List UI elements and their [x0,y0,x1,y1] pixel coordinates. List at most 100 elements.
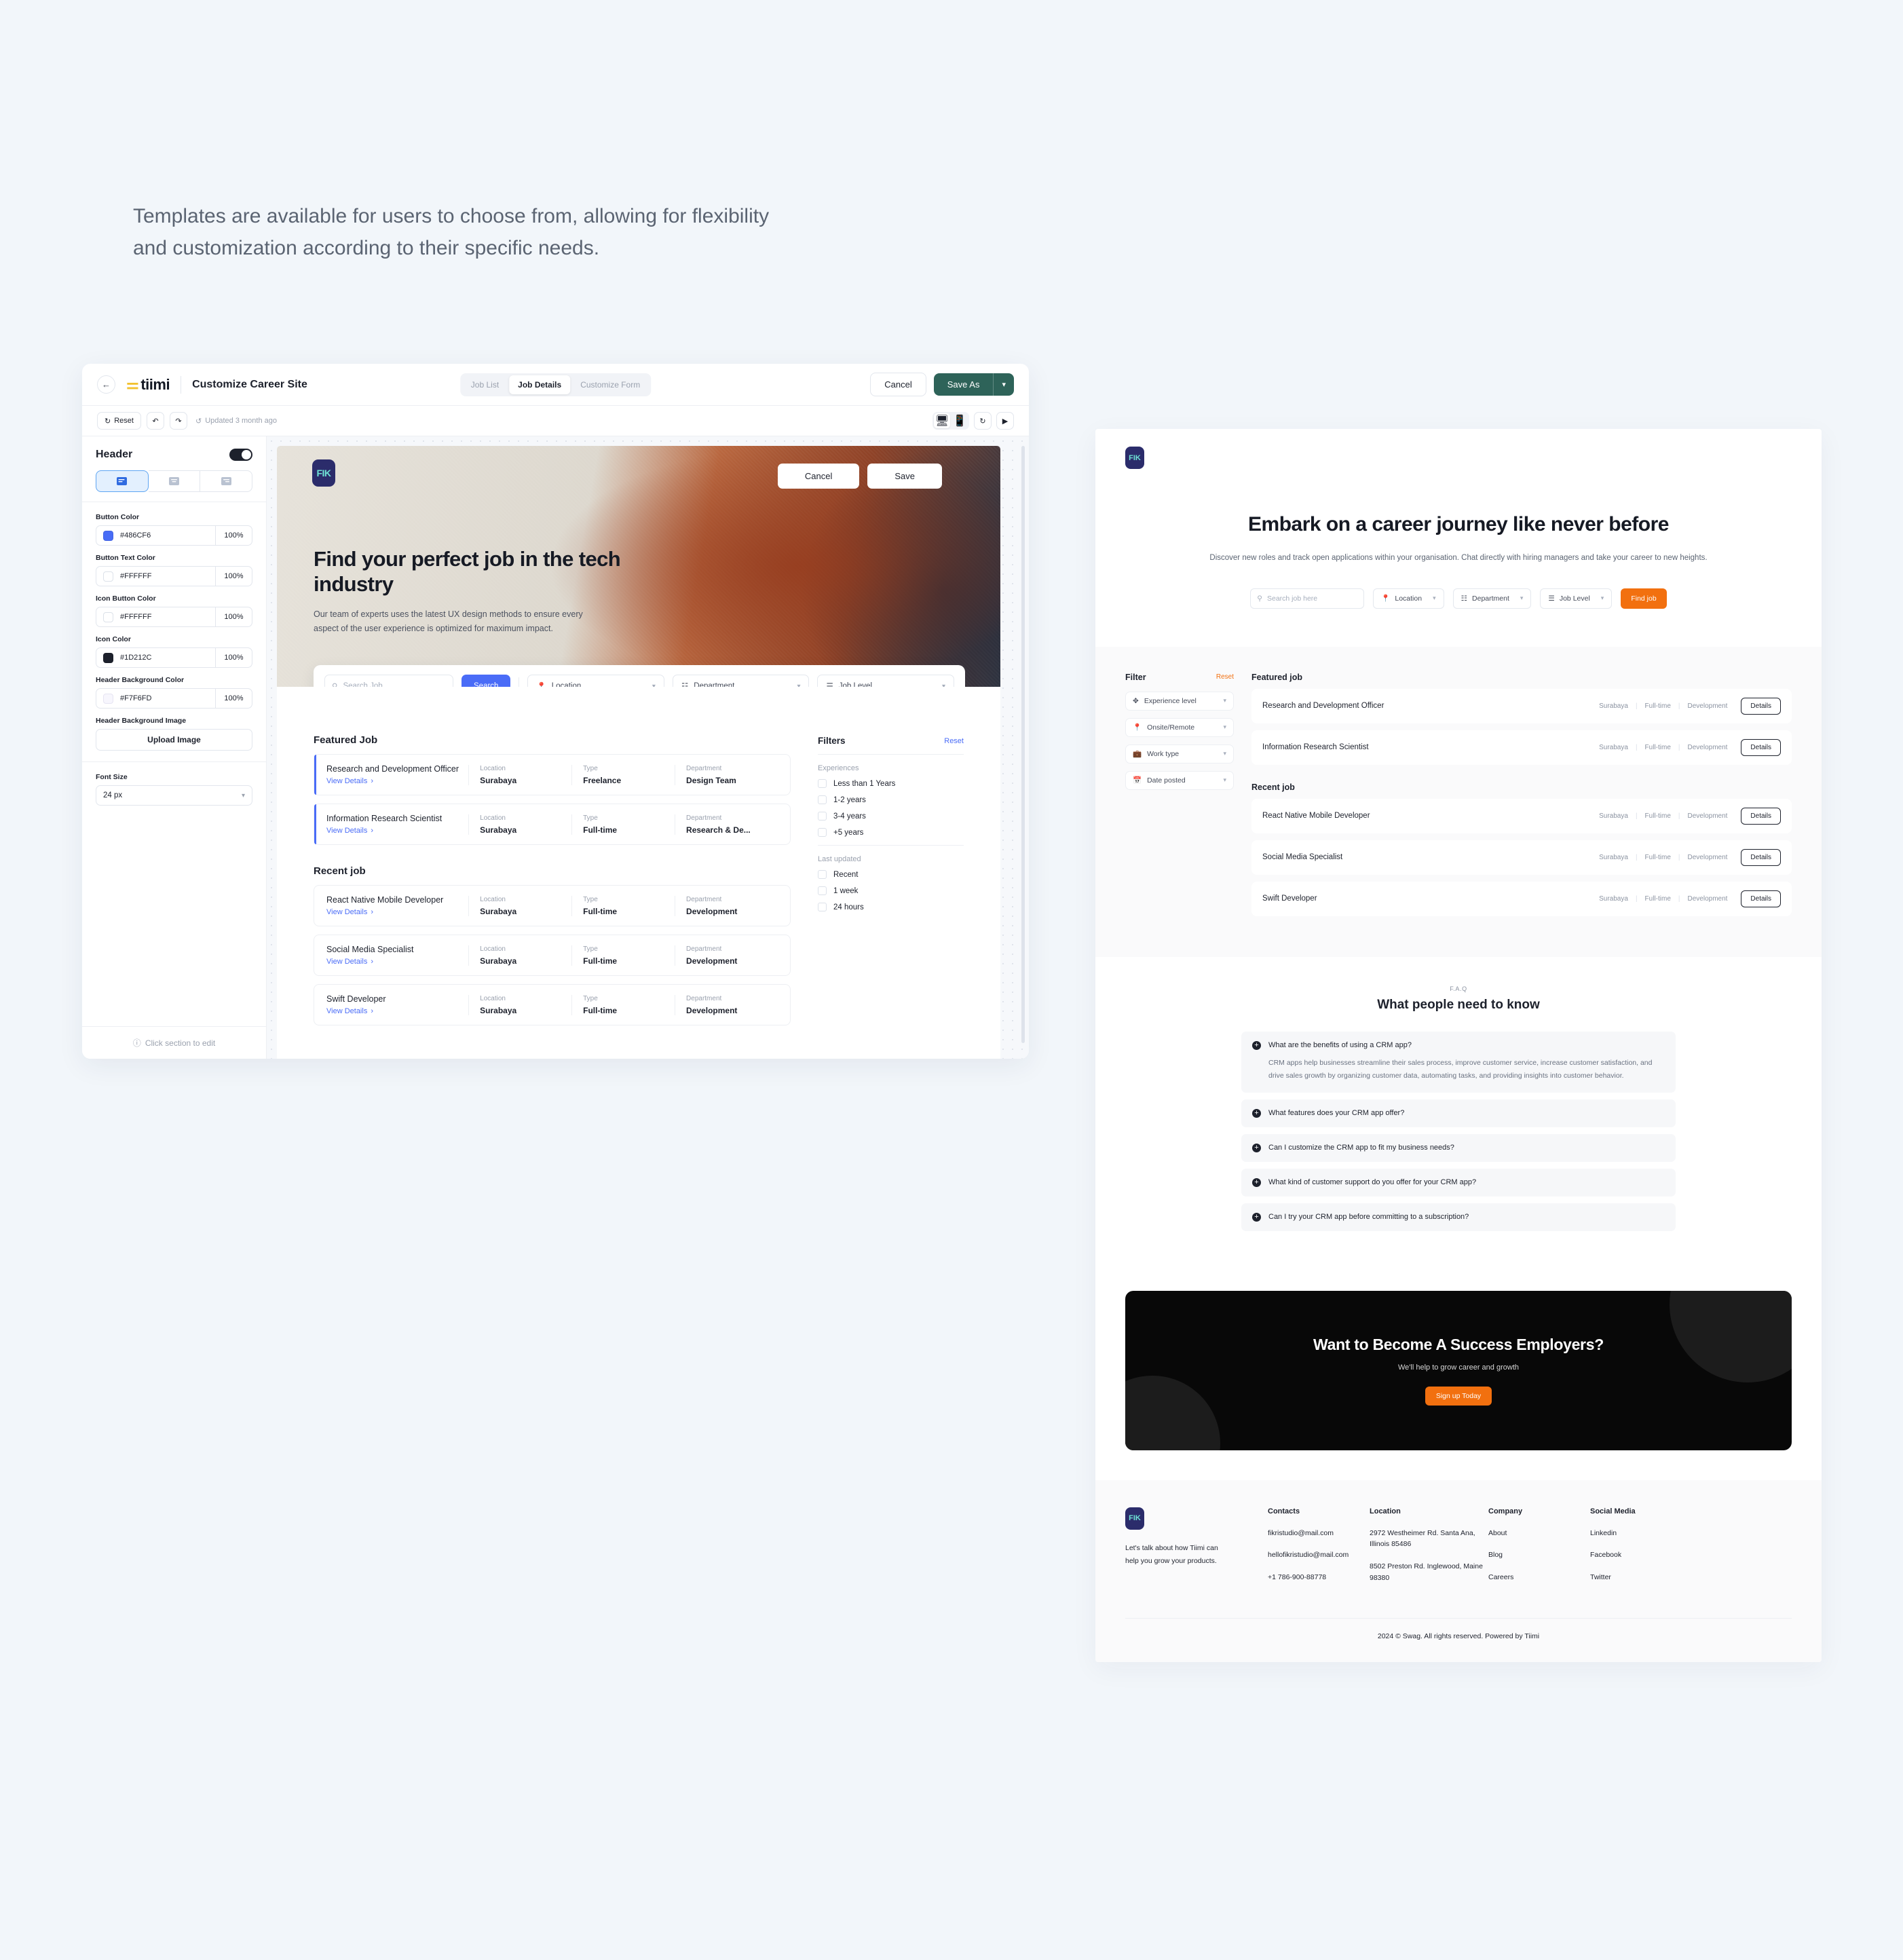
list-item[interactable]: Research and Development Officer Surabay… [1251,688,1792,723]
list-item[interactable]: 1 week [818,886,964,895]
department-select[interactable]: ☷ Department ▾ [672,675,810,687]
tab-customize-form[interactable]: Customize Form [571,375,649,394]
layout-option-right[interactable] [200,470,253,492]
icon-color-opacity[interactable]: 100% [215,648,252,667]
tab-job-list[interactable]: Job List [462,375,508,394]
button-color-opacity[interactable]: 100% [215,526,252,545]
site2-location-select[interactable]: 📍 Location ▾ [1373,588,1444,609]
site2-filter-reset[interactable]: Reset [1216,673,1234,681]
layout-option-left[interactable] [96,470,149,492]
desktop-icon[interactable]: 🖥 [934,413,950,428]
site2-search-input[interactable]: ⚲ Search job here [1250,588,1365,609]
search-input[interactable]: ⚲ Search Job [324,675,453,687]
footer-link-careers[interactable]: Careers [1488,1572,1590,1583]
view-details-link[interactable]: View Details › [326,777,468,785]
footer-link-twitter[interactable]: Twitter [1590,1572,1692,1583]
details-button[interactable]: Details [1741,738,1781,756]
table-row[interactable]: React Native Mobile Developer View Detai… [314,885,791,926]
preview-hero[interactable]: FIK Cancel Save Find your perfect job in… [277,446,1000,687]
view-details-link[interactable]: View Details › [326,827,468,835]
list-item[interactable]: Swift Developer Surabaya | Full-time | D… [1251,881,1792,916]
checkbox[interactable] [818,870,827,879]
details-button[interactable]: Details [1741,697,1781,715]
button-color-field[interactable]: #486CF6 100% [96,525,252,546]
view-details-link[interactable]: View Details › [326,958,468,966]
list-item[interactable]: 1-2 years [818,795,964,804]
table-row[interactable]: Swift Developer View Details › Location … [314,984,791,1025]
faq-item[interactable]: + What features does your CRM app offer? [1241,1099,1676,1127]
upload-image-button[interactable]: Upload Image [96,729,252,751]
checkbox[interactable] [818,795,827,804]
list-item[interactable]: React Native Mobile Developer Surabaya |… [1251,798,1792,833]
footer-email-1[interactable]: fikristudio@mail.com [1268,1528,1370,1539]
preview-faq-section[interactable]: Frequently Asked questions Whether you'r… [277,1034,1000,1059]
icon-color-swatch[interactable] [103,652,113,663]
details-button[interactable]: Details [1741,807,1781,825]
header-enable-toggle[interactable] [229,449,252,461]
footer-email-2[interactable]: hellofikristudio@mail.com [1268,1549,1370,1561]
preview-canvas[interactable]: FIK Cancel Save Find your perfect job in… [267,436,1029,1059]
header-bg-color-swatch[interactable] [103,693,113,704]
preview-play-button[interactable]: ▶ [996,412,1014,430]
faq-item[interactable]: + What kind of customer support do you o… [1241,1168,1676,1196]
redo-button[interactable]: ↷ [169,412,187,430]
job-level-select[interactable]: ☰ Job Level ▾ [817,675,954,687]
table-row[interactable]: Social Media Specialist View Details › L… [314,935,791,976]
list-item[interactable]: 3-4 years [818,812,964,821]
header-bg-color-opacity[interactable]: 100% [215,689,252,708]
layout-option-center[interactable] [148,470,201,492]
list-item[interactable]: Less than 1 Years [818,779,964,788]
icon-color-field[interactable]: #1D212C 100% [96,647,252,668]
location-select[interactable]: 📍 Location ▾ [527,675,664,687]
tab-job-details[interactable]: Job Details [509,375,571,394]
reset-button[interactable]: ↻ Reset [97,412,141,430]
details-button[interactable]: Details [1741,848,1781,866]
site2-department-select[interactable]: ☷ Department ▾ [1452,588,1532,609]
button-text-color-opacity[interactable]: 100% [215,567,252,586]
table-row[interactable]: Information Research Scientist View Deta… [314,804,791,845]
button-color-swatch[interactable] [103,530,113,541]
sign-up-button[interactable]: Sign up Today [1425,1386,1492,1406]
filter-experience-level[interactable]: ✥ Experience level ▾ [1125,691,1234,711]
find-job-button[interactable]: Find job [1621,588,1667,609]
details-button[interactable]: Details [1741,890,1781,907]
checkbox[interactable] [818,886,827,895]
faq-item[interactable]: + Can I try your CRM app before committi… [1241,1203,1676,1231]
footer-link-about[interactable]: About [1488,1528,1590,1539]
button-text-color-swatch[interactable] [103,571,113,582]
filter-date-posted[interactable]: 📅 Date posted ▾ [1125,770,1234,790]
back-button[interactable]: ← [97,375,115,394]
table-row[interactable]: Research and Development Officer View De… [314,754,791,795]
faq-item[interactable]: + Can I customize the CRM app to fit my … [1241,1133,1676,1162]
filters-reset-link[interactable]: Reset [944,737,964,745]
filter-work-type[interactable]: 💼 Work type ▾ [1125,744,1234,764]
save-as-button[interactable]: Save As [934,373,994,396]
footer-phone[interactable]: +1 786-900-88778 [1268,1572,1370,1583]
footer-link-facebook[interactable]: Facebook [1590,1549,1692,1561]
site2-job-level-select[interactable]: ☰ Job Level ▾ [1540,588,1613,609]
header-bg-color-field[interactable]: #F7F6FD 100% [96,688,252,709]
view-details-link[interactable]: View Details › [326,1007,468,1015]
search-button[interactable]: Search [461,675,511,687]
checkbox[interactable] [818,828,827,837]
footer-link-linkedin[interactable]: Linkedin [1590,1528,1692,1539]
list-item[interactable]: Information Research Scientist Surabaya … [1251,730,1792,765]
list-item[interactable]: +5 years [818,828,964,837]
icon-button-color-swatch[interactable] [103,611,113,622]
icon-button-color-opacity[interactable]: 100% [215,607,252,626]
footer-link-blog[interactable]: Blog [1488,1549,1590,1561]
chevron-down-icon[interactable]: ▾ [993,373,1014,396]
canvas-scrollbar[interactable] [1021,446,1025,1043]
mobile-icon[interactable]: 📱 [952,413,968,428]
cancel-button[interactable]: Cancel [870,373,926,396]
list-item[interactable]: 24 hours [818,903,964,911]
hero-cancel-button[interactable]: Cancel [777,464,860,489]
icon-button-color-field[interactable]: #FFFFFF 100% [96,607,252,627]
view-details-link[interactable]: View Details › [326,908,468,916]
button-text-color-field[interactable]: #FFFFFF 100% [96,566,252,586]
undo-button[interactable]: ↶ [146,412,164,430]
version-history-button[interactable]: ↻ [974,412,992,430]
checkbox[interactable] [818,779,827,788]
list-item[interactable]: Recent [818,870,964,879]
list-item[interactable]: Social Media Specialist Surabaya | Full-… [1251,840,1792,875]
